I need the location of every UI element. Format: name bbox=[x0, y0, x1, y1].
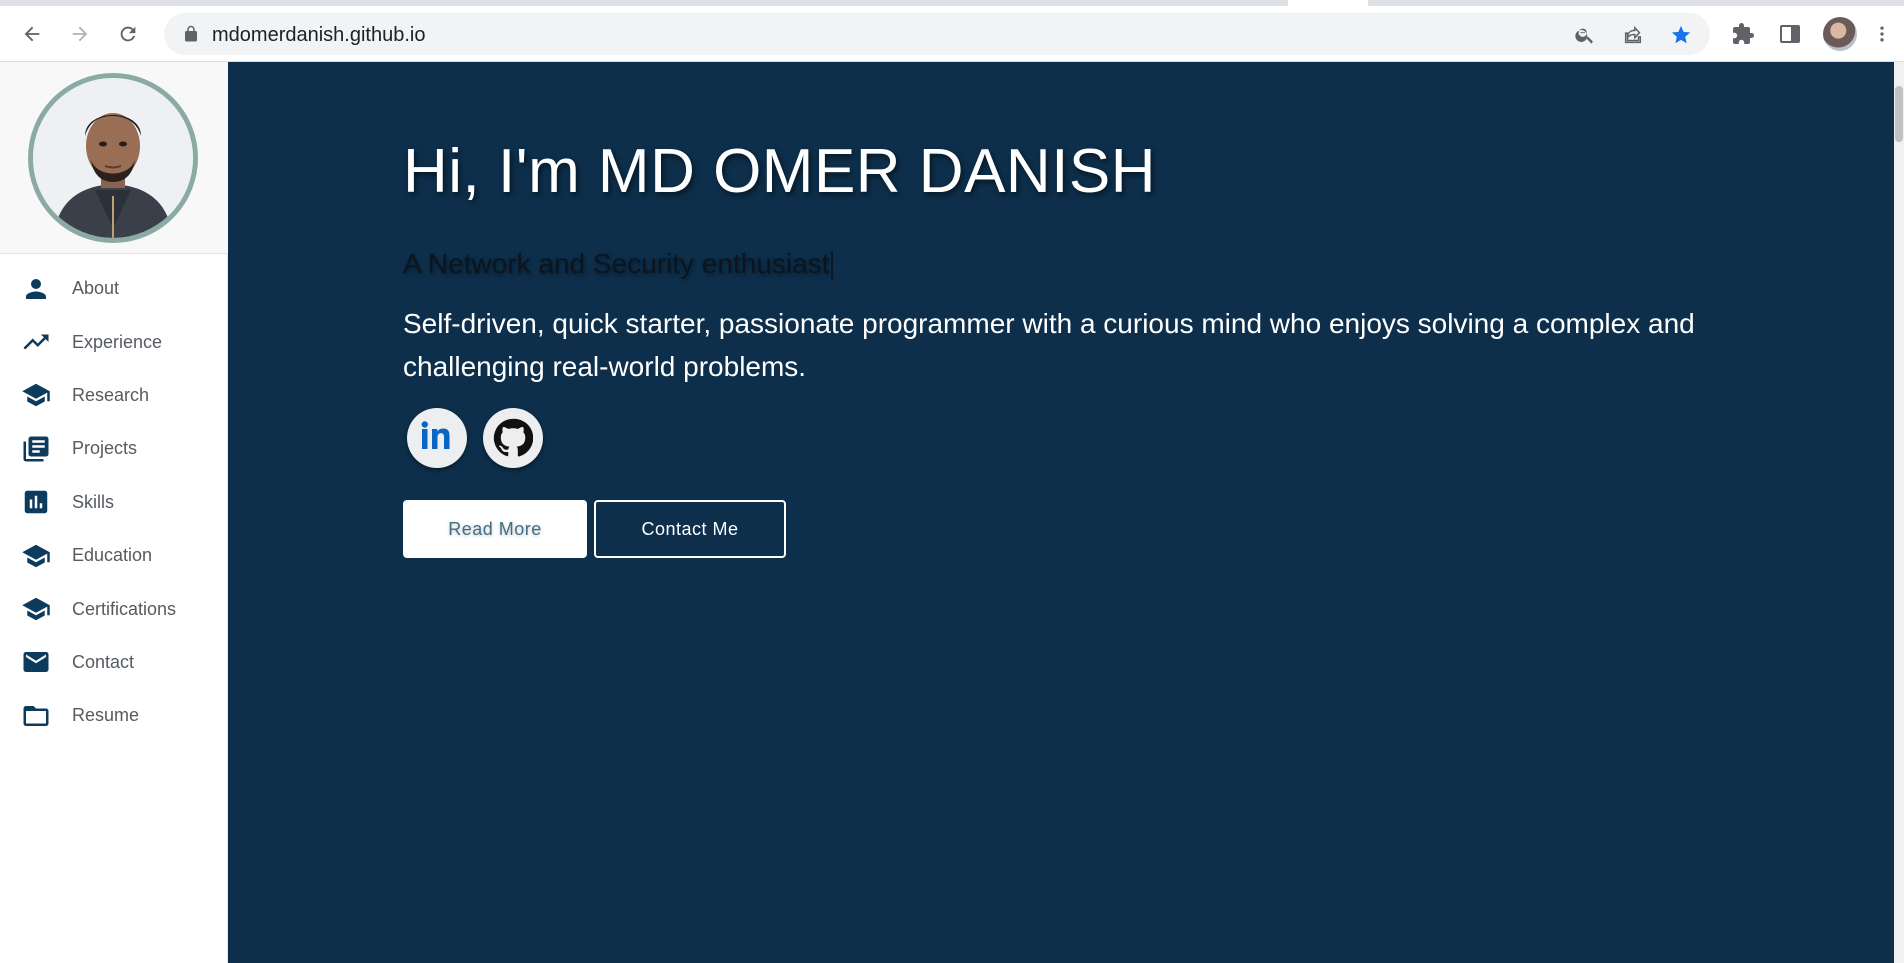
profile-photo-illustration bbox=[33, 78, 193, 238]
person-icon bbox=[20, 273, 52, 305]
linkedin-link[interactable] bbox=[407, 408, 467, 468]
bookmark-button[interactable] bbox=[1668, 22, 1694, 48]
sidebar-item-certifications[interactable]: Certifications bbox=[0, 582, 228, 635]
back-button[interactable] bbox=[13, 15, 51, 53]
hero-tagline: A Network and Security enthusiast bbox=[403, 248, 834, 281]
lock-icon bbox=[185, 25, 197, 42]
extensions-button[interactable] bbox=[1728, 19, 1758, 49]
browser-profile-avatar[interactable] bbox=[1823, 17, 1857, 51]
address-bar[interactable]: mdomerdanish.github.io bbox=[164, 13, 1710, 55]
github-icon bbox=[493, 418, 533, 457]
sidebar-item-label: Resume bbox=[72, 705, 140, 726]
side-panel-icon bbox=[1780, 25, 1800, 43]
hero-title: Hi, I'm MD OMER DANISH bbox=[403, 137, 1157, 206]
side-panel-button[interactable] bbox=[1775, 19, 1805, 49]
sidebar-item-label: Projects bbox=[72, 438, 138, 459]
hero-tagline-text: A Network and Security enthusiast bbox=[403, 248, 830, 279]
school-icon bbox=[20, 593, 52, 625]
extensions-icon bbox=[1733, 23, 1754, 44]
menu-icon bbox=[1880, 26, 1884, 42]
sidebar-item-skills[interactable]: Skills bbox=[0, 476, 228, 529]
hero-bio: Self-driven, quick starter, passionate p… bbox=[403, 308, 1695, 382]
sidebar: About Experience Research Projects Skill… bbox=[0, 62, 228, 963]
sidebar-item-resume[interactable]: Resume bbox=[0, 689, 228, 742]
zoom-button[interactable] bbox=[1572, 22, 1598, 48]
page-scrollbar[interactable] bbox=[1894, 62, 1904, 963]
url-text[interactable]: mdomerdanish.github.io bbox=[212, 24, 425, 47]
profile-header bbox=[0, 62, 228, 254]
sidebar-item-experience[interactable]: Experience bbox=[0, 315, 228, 368]
sidebar-item-projects[interactable]: Projects bbox=[0, 422, 228, 475]
sidebar-item-about[interactable]: About bbox=[0, 262, 228, 315]
forward-icon bbox=[72, 26, 88, 42]
hero-section: Hi, I'm MD OMER DANISH A Network and Sec… bbox=[228, 62, 1894, 963]
sidebar-item-label: Certifications bbox=[72, 598, 177, 619]
sidebar-item-label: Skills bbox=[72, 491, 115, 512]
back-icon bbox=[24, 26, 40, 42]
scrollbar-thumb[interactable] bbox=[1895, 86, 1903, 142]
linkedin-icon bbox=[421, 421, 450, 449]
trending-up-icon bbox=[20, 326, 52, 358]
zoom-icon bbox=[1575, 28, 1593, 44]
school-icon bbox=[20, 379, 52, 411]
school-icon bbox=[20, 540, 52, 572]
browser-toolbar: mdomerdanish.github.io bbox=[0, 6, 1904, 62]
browser-menu-button[interactable] bbox=[1872, 19, 1892, 49]
sidebar-nav: About Experience Research Projects Skill… bbox=[0, 262, 228, 743]
forward-button[interactable] bbox=[61, 15, 99, 53]
share-button[interactable] bbox=[1620, 22, 1646, 48]
reload-icon bbox=[120, 26, 136, 42]
sidebar-item-label: About bbox=[72, 278, 120, 299]
mail-icon bbox=[20, 646, 52, 678]
sidebar-item-education[interactable]: Education bbox=[0, 529, 228, 582]
sidebar-item-contact[interactable]: Contact bbox=[0, 636, 228, 689]
contact-me-button[interactable]: Contact Me bbox=[594, 500, 786, 558]
profile-photo bbox=[28, 73, 198, 243]
sidebar-item-label: Contact bbox=[72, 651, 135, 672]
read-more-button[interactable]: Read More bbox=[403, 500, 587, 558]
github-link[interactable] bbox=[483, 408, 543, 468]
sidebar-item-label: Research bbox=[72, 384, 150, 405]
sidebar-item-label: Experience bbox=[72, 331, 163, 352]
library-books-icon bbox=[20, 433, 52, 465]
bar-chart-icon bbox=[20, 486, 52, 518]
folder-icon bbox=[20, 700, 52, 732]
bookmark-star-icon bbox=[1671, 25, 1691, 44]
share-icon bbox=[1624, 25, 1642, 44]
reload-button[interactable] bbox=[109, 15, 147, 53]
typing-cursor bbox=[831, 250, 834, 281]
sidebar-item-research[interactable]: Research bbox=[0, 369, 228, 422]
sidebar-item-label: Education bbox=[72, 545, 153, 566]
